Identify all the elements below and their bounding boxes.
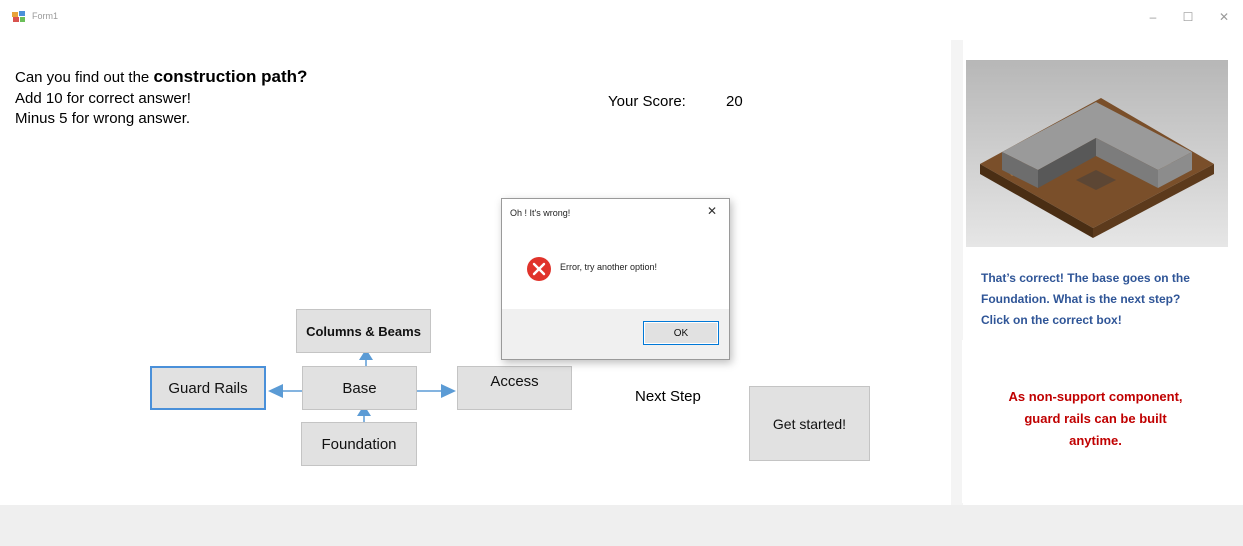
guard-rails-button[interactable]: Guard Rails: [150, 366, 266, 410]
base-button[interactable]: Base: [302, 366, 417, 410]
feedback-line: As non-support component,: [1008, 389, 1183, 404]
foundation-button[interactable]: Foundation: [301, 422, 417, 466]
dialog-title: Oh ! It's wrong!: [510, 208, 571, 218]
intro-heading: Can you find out the construction path?: [15, 68, 307, 86]
score-value: 20: [726, 93, 743, 110]
get-started-button[interactable]: Get started!: [749, 386, 870, 461]
correct-message-line: Click on the correct box!: [981, 313, 1122, 327]
minimize-button[interactable]: –: [1143, 8, 1163, 26]
intro-prefix: Can you find out the: [15, 69, 150, 86]
close-button[interactable]: ✕: [1214, 8, 1234, 26]
feedback-line: anytime.: [1069, 433, 1122, 448]
error-dialog: Oh ! It's wrong! ✕ Error, try another op…: [501, 198, 730, 360]
intro-emphasis: construction path?: [153, 67, 308, 86]
construction-image: [966, 60, 1228, 247]
status-strip: [0, 505, 1243, 546]
rule-correct: Add 10 for correct answer!: [15, 90, 191, 107]
maximize-button[interactable]: ☐: [1178, 8, 1198, 26]
title-bar: [0, 0, 1243, 36]
access-button[interactable]: Access: [457, 366, 572, 410]
dialog-close-icon[interactable]: ✕: [707, 204, 717, 218]
correct-message-line: Foundation. What is the next step?: [981, 292, 1181, 306]
rule-wrong: Minus 5 for wrong answer.: [15, 110, 191, 127]
score-label: Your Score:: [608, 93, 686, 110]
error-icon: [527, 257, 551, 281]
feedback-line: guard rails can be built: [1024, 411, 1167, 426]
correct-message-line: That’s correct! The base goes on the: [981, 271, 1190, 285]
next-step-label: Next Step: [635, 388, 701, 405]
app-icon: [12, 11, 25, 22]
columns-beams-button[interactable]: Columns & Beams: [296, 309, 431, 353]
ok-button[interactable]: OK: [643, 321, 719, 345]
window-title: Form1: [32, 11, 59, 21]
dialog-message: Error, try another option!: [560, 262, 658, 272]
